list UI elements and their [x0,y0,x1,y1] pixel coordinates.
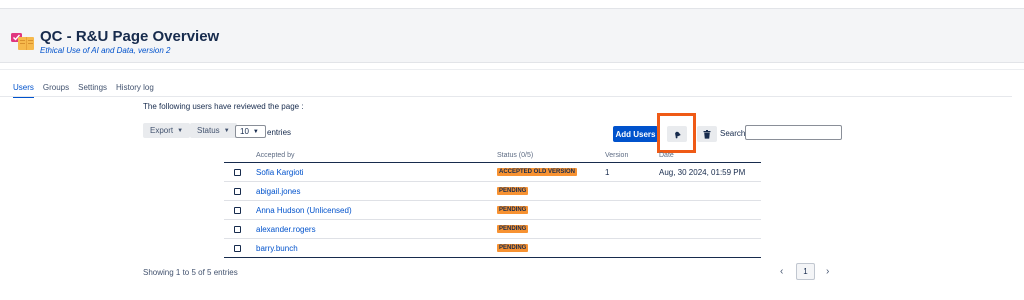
user-link[interactable]: Sofia Kargioti [256,168,304,177]
user-link[interactable]: barry.bunch [256,244,298,253]
page-subtitle-link[interactable]: Ethical Use of AI and Data, version 2 [40,46,170,55]
column-header-version[interactable]: Version [605,152,628,159]
column-header-date[interactable]: Date [659,152,674,159]
page-title: QC - R&U Page Overview [40,28,220,45]
status-badge: PENDING [497,187,529,195]
status-badge: PENDING [497,225,529,233]
table-row: barry.bunch PENDING [224,239,761,258]
export-dropdown-button[interactable]: Export ▼ [143,123,191,138]
entries-label: entries [267,128,292,137]
highlight-box [657,113,696,153]
row-checkbox[interactable] [234,245,241,252]
status-dropdown-button[interactable]: Status ▼ [190,123,237,138]
user-link[interactable]: abigail.jones [256,187,300,196]
trash-icon [703,129,711,139]
search-input[interactable] [745,125,842,140]
entries-select[interactable]: 10 ▼ [235,125,266,138]
entries-value: 10 [240,127,249,136]
page-overview-app-icon [11,33,34,50]
intro-text: The following users have reviewed the pa… [143,102,304,111]
status-badge: PENDING [497,206,529,214]
table-header: Accepted by Status (0/5) Version Date [224,149,761,163]
version-value: 1 [605,168,610,177]
page-header: QC - R&U Page Overview Ethical Use of AI… [0,8,1024,63]
row-checkbox[interactable] [234,169,241,176]
row-checkbox[interactable] [234,226,241,233]
column-header-accepted-by[interactable]: Accepted by [256,152,295,159]
user-link[interactable]: alexander.rogers [256,225,316,234]
tabs-divider [0,96,1012,97]
column-header-status[interactable]: Status (0/5) [497,152,533,159]
row-checkbox[interactable] [234,188,241,195]
row-checkbox[interactable] [234,207,241,214]
user-link[interactable]: Anna Hudson (Unlicensed) [256,206,352,215]
chevron-down-icon: ▼ [252,128,259,135]
divider [0,69,1024,70]
pagination-page-1[interactable]: 1 [796,263,815,280]
table-row: alexander.rogers PENDING [224,220,761,239]
export-label: Export [150,126,174,135]
pagination-next[interactable]: › [826,266,829,277]
page-root: QC - R&U Page Overview Ethical Use of AI… [0,0,1024,300]
table-row: Sofia Kargioti ACCEPTED OLD VERSION 1 Au… [224,163,761,182]
delete-button[interactable] [697,126,717,142]
table-info: Showing 1 to 5 of 5 entries [143,268,238,277]
table-row: abigail.jones PENDING [224,182,761,201]
search-label: Search [720,129,746,138]
pagination-previous[interactable]: ‹ [780,266,783,277]
chevron-down-icon: ▼ [177,127,184,134]
users-table: Accepted by Status (0/5) Version Date So… [224,149,761,258]
chevron-down-icon: ▼ [223,127,230,134]
date-value: Aug, 30 2024, 01:59 PM [659,168,746,177]
status-badge: ACCEPTED OLD VERSION [497,168,578,176]
table-row: Anna Hudson (Unlicensed) PENDING [224,201,761,220]
status-label: Status [197,126,220,135]
add-users-button[interactable]: Add Users [613,126,658,142]
status-badge: PENDING [497,244,529,252]
